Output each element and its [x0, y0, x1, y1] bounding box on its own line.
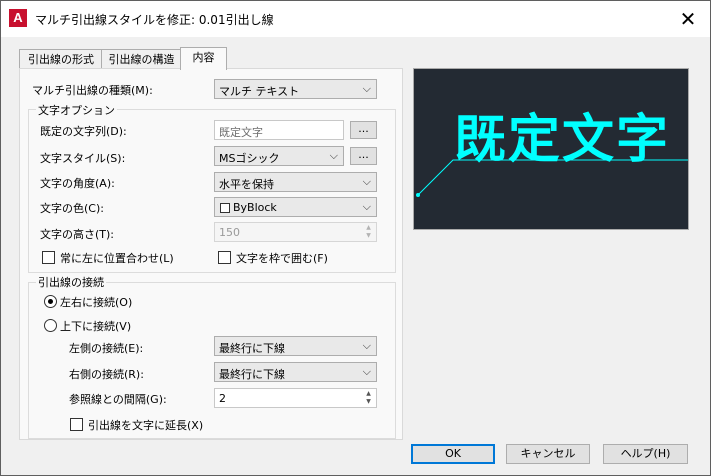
chevron-down-icon: ⌵	[362, 339, 371, 352]
always-left-justify-checkbox[interactable]	[42, 251, 55, 264]
default-text-label: 既定の文字列(D):	[40, 125, 127, 138]
help-button[interactable]: ヘルプ(H)	[603, 444, 688, 464]
right-attachment-label: 右側の接続(R):	[69, 368, 144, 381]
text-style-select[interactable]: MSゴシック ⌵	[214, 146, 344, 166]
right-attachment-select[interactable]: 最終行に下線 ⌵	[214, 362, 377, 382]
preview-pane: 既定文字	[413, 68, 689, 230]
cancel-button[interactable]: キャンセル	[506, 444, 590, 464]
chevron-down-icon: ⌵	[362, 365, 371, 378]
chevron-down-icon: ⌵	[362, 200, 371, 213]
default-text-browse-button[interactable]: ...	[350, 121, 377, 139]
always-left-justify-label: 常に左に位置合わせ(L)	[60, 252, 174, 265]
left-attachment-label: 左側の接続(E):	[69, 342, 144, 355]
vertical-attachment-label: 上下に接続(V)	[60, 320, 132, 333]
tab-content[interactable]: 内容	[180, 47, 227, 70]
frame-text-checkbox[interactable]	[218, 251, 231, 264]
autocad-app-icon: A	[9, 9, 27, 27]
multileader-type-select[interactable]: マルチ テキスト ⌵	[214, 79, 377, 99]
title-bar: A マルチ引出線スタイルを修正: 0.01引出し線 ✕	[1, 1, 710, 37]
close-button[interactable]: ✕	[674, 5, 702, 33]
leader-connection-title: 引出線の接続	[36, 274, 106, 290]
chevron-down-icon: ⌵	[362, 82, 371, 95]
ok-button[interactable]: OK	[411, 444, 495, 464]
landing-gap-label: 参照線との間隔(G):	[69, 393, 167, 406]
horizontal-attachment-label: 左右に接続(O)	[60, 296, 133, 309]
multileader-type-label: マルチ引出線の種類(M):	[32, 84, 153, 97]
color-swatch-icon	[220, 203, 230, 213]
multileader-style-dialog: A マルチ引出線スタイルを修正: 0.01引出し線 ✕ 引出線の形式 引出線の構…	[0, 0, 711, 476]
text-style-label: 文字スタイル(S):	[40, 152, 126, 165]
spin-arrows-icon[interactable]: ▲ ▼	[362, 224, 375, 240]
text-color-label: 文字の色(C):	[40, 202, 104, 215]
chevron-down-icon: ⌵	[362, 175, 371, 188]
horizontal-attachment-radio[interactable]	[44, 295, 57, 308]
landing-gap-field[interactable]: 2 ▲ ▼	[214, 388, 377, 408]
text-color-select[interactable]: ByBlock ⌵	[214, 197, 377, 217]
left-attachment-select[interactable]: 最終行に下線 ⌵	[214, 336, 377, 356]
text-angle-label: 文字の角度(A):	[40, 177, 115, 190]
spin-arrows-icon[interactable]: ▲ ▼	[362, 390, 375, 406]
chevron-down-icon: ⌵	[329, 149, 338, 162]
close-icon: ✕	[679, 7, 697, 31]
text-options-title: 文字オプション	[36, 102, 117, 118]
extend-leader-label: 引出線を文字に延長(X)	[88, 419, 204, 432]
tab-leader-structure[interactable]: 引出線の構造	[101, 49, 182, 69]
content-tab-panel: マルチ引出線の種類(M): マルチ テキスト ⌵ 文字オプション 既定の文字列(…	[19, 68, 403, 440]
text-angle-select[interactable]: 水平を保持 ⌵	[214, 172, 377, 192]
text-height-field[interactable]: 150 ▲ ▼	[214, 222, 377, 242]
default-text-field[interactable]: 既定文字	[214, 120, 344, 140]
text-height-label: 文字の高さ(T):	[40, 228, 115, 241]
text-style-browse-button[interactable]: ...	[350, 147, 377, 165]
frame-text-label: 文字を枠で囲む(F)	[236, 252, 328, 265]
tab-leader-format[interactable]: 引出線の形式	[19, 49, 103, 69]
window-title: マルチ引出線スタイルを修正: 0.01引出し線	[35, 13, 274, 27]
leader-line-graphic	[416, 159, 688, 197]
vertical-attachment-radio[interactable]	[44, 319, 57, 332]
extend-leader-checkbox[interactable]	[70, 418, 83, 431]
